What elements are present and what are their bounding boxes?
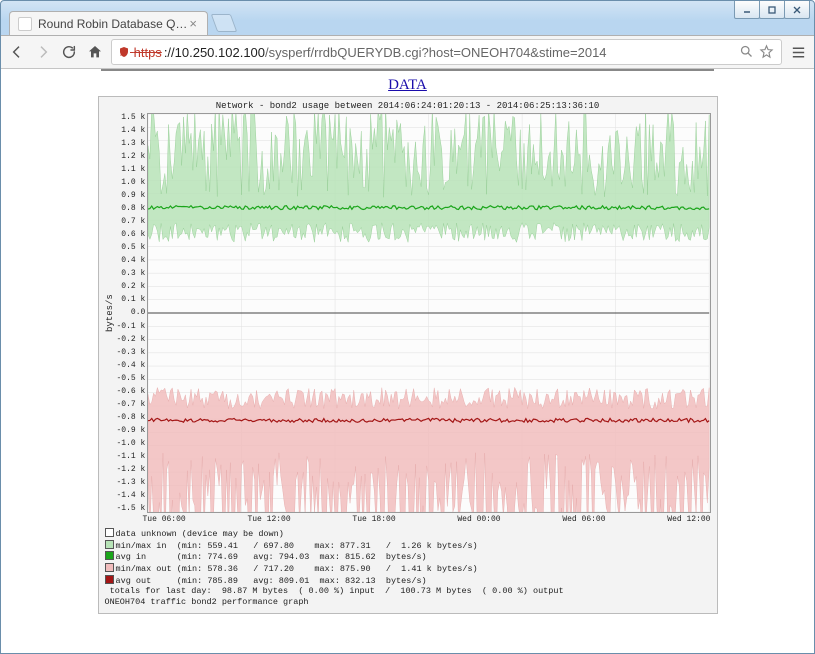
x-axis-ticks: Tue 06:00 Tue 12:00 Tue 18:00 Wed 00:00 Wed … (105, 513, 711, 524)
legend-totals: totals for last day: 98.87 M bytes ( 0.0… (105, 586, 711, 597)
y-tick: 0.0 (117, 308, 146, 317)
y-tick: -1.3 k (117, 478, 146, 487)
y-tick: 0.9 k (117, 191, 146, 200)
y-tick: 0.4 k (117, 256, 146, 265)
y-tick: 0.8 k (117, 204, 146, 213)
chart-canvas (147, 113, 710, 513)
chart-plot-area: bytes/s 1.5 k 1.4 k 1.3 k 1.2 k 1.1 k 1.0 k 0.… (105, 113, 711, 513)
x-tick: Tue 18:00 (352, 515, 395, 524)
y-tick: -1.2 k (117, 465, 146, 474)
titlebar (1, 1, 814, 9)
maximize-button[interactable] (759, 1, 785, 19)
y-tick: 0.2 k (117, 282, 146, 291)
legend-row: avg in (min: 774.69 avg: 794.03 max: 815… (105, 551, 711, 563)
y-tick: 0.1 k (117, 295, 146, 304)
legend-text: data unknown (device may be down) (116, 529, 284, 539)
legend-text: avg out (min: 785.89 avg: 809.01 max: 83… (116, 576, 427, 586)
legend-swatch-icon (105, 551, 114, 560)
bookmark-star-icon[interactable] (759, 44, 775, 60)
y-tick: -0.7 k (117, 400, 146, 409)
minimize-button[interactable] (734, 1, 760, 19)
back-button[interactable] (7, 42, 27, 62)
forward-button[interactable] (33, 42, 53, 62)
legend-text: avg in (min: 774.69 avg: 794.03 max: 815… (116, 552, 427, 562)
x-tick: Tue 12:00 (247, 515, 290, 524)
legend-swatch-icon (105, 563, 114, 572)
url-host: ://10.250.102.100 (164, 45, 265, 60)
ssl-warning-icon: https (118, 45, 162, 60)
page-viewport[interactable]: DATA Network - bond2 usage between 2014:… (1, 69, 814, 653)
browser-tab[interactable]: Round Robin Database Q… × (9, 11, 208, 35)
rrd-chart: Network - bond2 usage between 2014:06:24… (98, 96, 718, 614)
y-tick: -0.1 k (117, 322, 146, 331)
y-tick: -0.6 k (117, 387, 146, 396)
tabstrip: Round Robin Database Q… × (1, 9, 814, 35)
y-tick: -0.9 k (117, 426, 146, 435)
close-window-button[interactable] (784, 1, 810, 19)
x-tick: Wed 06:00 (562, 515, 605, 524)
browser-window: Round Robin Database Q… × https ://10.25… (0, 0, 815, 654)
legend-row: avg out (min: 785.89 avg: 809.01 max: 83… (105, 575, 711, 587)
y-tick: -1.5 k (117, 504, 146, 513)
x-tick: Tue 06:00 (143, 515, 186, 524)
y-tick: 0.5 k (117, 243, 146, 252)
tab-close-icon[interactable]: × (187, 16, 199, 31)
y-tick: 0.6 k (117, 230, 146, 239)
search-icon[interactable] (739, 44, 755, 60)
legend-row: min/max out (min: 578.36 / 717.20 max: 8… (105, 563, 711, 575)
y-tick: -0.8 k (117, 413, 146, 422)
legend-footer: ONEOH704 traffic bond2 performance graph (105, 597, 711, 608)
y-tick: -1.4 k (117, 491, 146, 500)
tab-title: Round Robin Database Q… (38, 17, 187, 31)
window-controls (735, 1, 810, 19)
url-text: ://10.250.102.100/sysperf/rrdbQUERYDB.cg… (164, 45, 735, 60)
home-button[interactable] (85, 42, 105, 62)
y-tick: -0.2 k (117, 335, 146, 344)
chrome-menu-button[interactable] (788, 42, 808, 62)
data-link[interactable]: DATA (61, 77, 754, 94)
y-axis-ticks: 1.5 k 1.4 k 1.3 k 1.2 k 1.1 k 1.0 k 0.9 k 0.8 k… (117, 113, 148, 513)
toolbar: https ://10.250.102.100/sysperf/rrdbQUER… (1, 35, 814, 69)
reload-button[interactable] (59, 42, 79, 62)
legend-text: min/max out (min: 578.36 / 717.20 max: 8… (116, 564, 478, 574)
chart-legend: data unknown (device may be down) min/max… (105, 528, 711, 607)
y-tick: 1.1 k (117, 165, 146, 174)
chart-title: Network - bond2 usage between 2014:06:24… (105, 101, 711, 111)
address-bar[interactable]: https ://10.250.102.100/sysperf/rrdbQUER… (111, 39, 782, 65)
legend-swatch-icon (105, 528, 114, 537)
legend-swatch-icon (105, 575, 114, 584)
legend-row: data unknown (device may be down) (105, 528, 711, 540)
y-tick: 0.3 k (117, 269, 146, 278)
y-tick: -0.4 k (117, 361, 146, 370)
y-tick: 1.0 k (117, 178, 146, 187)
y-tick: -0.3 k (117, 348, 146, 357)
y-tick: -0.5 k (117, 374, 146, 383)
new-tab-button[interactable] (211, 14, 238, 32)
y-tick: 1.4 k (117, 126, 146, 135)
url-scheme: https (134, 45, 162, 60)
y-axis-label: bytes/s (105, 113, 117, 513)
favicon-icon (18, 17, 32, 31)
url-path: /sysperf/rrdbQUERYDB.cgi?host=ONEOH704&s… (265, 45, 607, 60)
x-tick: Wed 12:00 (667, 515, 710, 524)
horizontal-rule (101, 69, 714, 71)
y-tick: 1.5 k (117, 113, 146, 122)
y-tick: -1.1 k (117, 452, 146, 461)
legend-swatch-icon (105, 540, 114, 549)
y-tick: -1.0 k (117, 439, 146, 448)
x-tick: Wed 00:00 (457, 515, 500, 524)
legend-text: min/max in (min: 559.41 / 697.80 max: 87… (116, 541, 478, 551)
legend-row: min/max in (min: 559.41 / 697.80 max: 87… (105, 540, 711, 552)
y-tick: 1.3 k (117, 139, 146, 148)
y-tick: 1.2 k (117, 152, 146, 161)
y-tick: 0.7 k (117, 217, 146, 226)
